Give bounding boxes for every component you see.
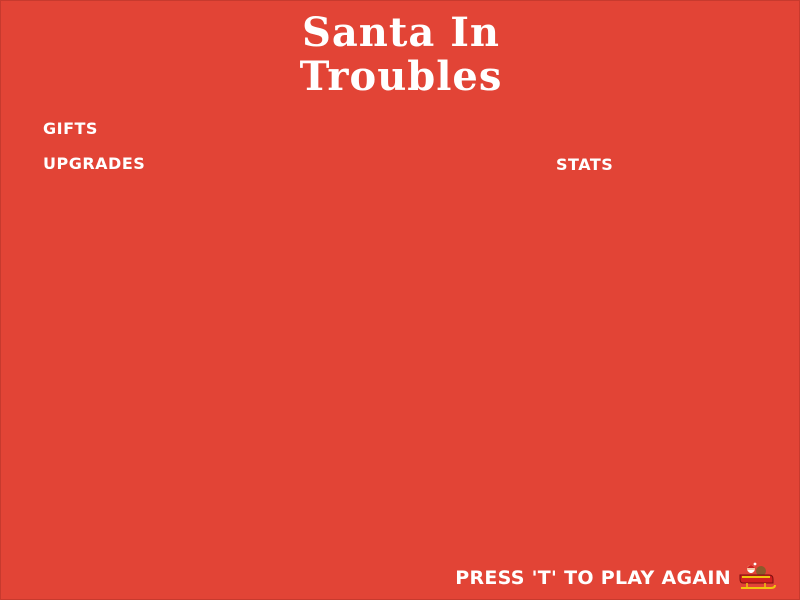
- game-title-line-1: Santa In: [302, 9, 500, 56]
- santa-sleigh-icon: [739, 562, 776, 589]
- game-title-line-2: Troubles: [299, 53, 503, 100]
- game-screen: Santa In Troubles Gifts Upgrades Stats P…: [0, 0, 800, 600]
- gifts-section-label: Gifts: [43, 119, 98, 138]
- game-title: Santa In Troubles: [1, 11, 800, 99]
- play-again-prompt: Press 'T' to play again: [455, 567, 731, 589]
- upgrades-section-label: Upgrades: [43, 154, 146, 173]
- stats-section-label: Stats: [556, 155, 614, 174]
